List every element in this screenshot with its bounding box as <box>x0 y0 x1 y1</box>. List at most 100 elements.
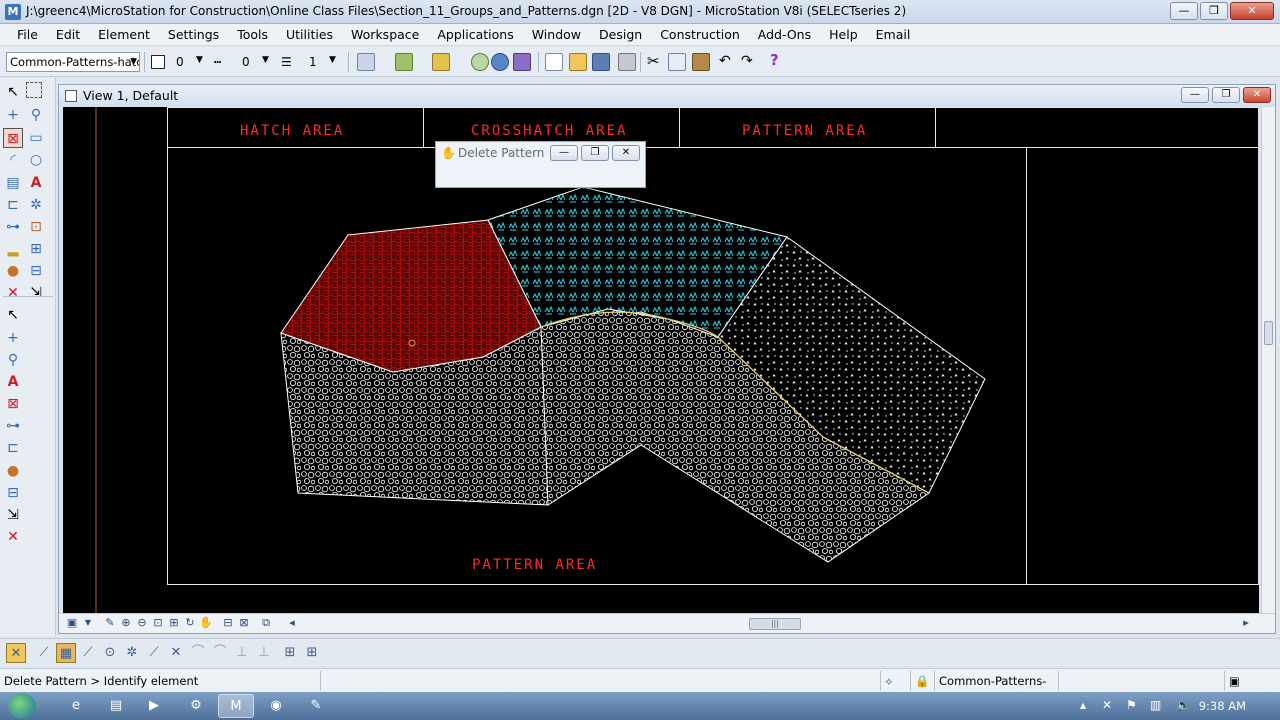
place-text-icon[interactable]: A <box>26 173 46 193</box>
minimize-button[interactable]: — <box>1170 2 1198 20</box>
save-icon[interactable] <box>592 53 610 71</box>
menu-email[interactable]: Email <box>867 24 920 46</box>
system-clock[interactable]: 9:38 AM <box>1199 699 1246 713</box>
network-icon[interactable]: ▥ <box>1150 698 1161 712</box>
perpendicular-point-snap-icon[interactable]: ⊥ <box>254 643 274 663</box>
paste-icon[interactable] <box>692 53 710 71</box>
intersection-snap-icon[interactable]: ✕ <box>166 643 186 663</box>
snap-settings-icon[interactable] <box>513 53 531 71</box>
place-block-icon[interactable]: ▭ <box>26 128 46 148</box>
place-circle-icon[interactable]: ○ <box>26 150 46 170</box>
menu-window[interactable]: Window <box>523 24 590 46</box>
active-snap-icon[interactable]: ▦ <box>56 643 76 663</box>
view-minimize-button[interactable]: — <box>1181 87 1209 103</box>
view-next-icon[interactable]: ⊠ <box>237 616 251 630</box>
copy-element-icon[interactable]: ✲ <box>26 195 46 215</box>
view-close-button[interactable]: ✕ <box>1243 87 1271 103</box>
recorder-app-icon[interactable]: ✎ <box>298 694 334 718</box>
modify-element-icon[interactable]: ⊶ <box>3 217 23 237</box>
menu-construction[interactable]: Construction <box>651 24 749 46</box>
line-style-icon[interactable]: ┅ <box>214 55 221 69</box>
midpoint-snap-icon[interactable]: ⟋ <box>78 643 98 663</box>
menu-workspace[interactable]: Workspace <box>342 24 428 46</box>
scroll-right-icon[interactable]: ▸ <box>1239 616 1253 630</box>
through-point-snap-icon[interactable]: ⊞ <box>302 643 322 663</box>
delete-element-icon[interactable]: ✕ <box>3 283 23 303</box>
volume-icon[interactable]: 🔈 <box>1176 698 1191 712</box>
trim-icon[interactable]: ⊡ <box>26 217 46 237</box>
dimension-icon[interactable]: ⊏ <box>3 195 23 215</box>
undo-icon[interactable]: ↶ <box>719 53 731 69</box>
tray-app-icon[interactable]: ✕ <box>1102 698 1112 712</box>
redo-icon[interactable]: ↷ <box>741 53 753 69</box>
drawing-canvas[interactable]: HATCH AREA CROSSHATCH AREA PATTERN AREA … <box>63 107 1259 613</box>
menu-utilities[interactable]: Utilities <box>277 24 342 46</box>
view-group-icon[interactable]: ⊟ <box>26 261 46 281</box>
snap-mode-icon[interactable]: ⟡ <box>880 671 908 691</box>
menu-settings[interactable]: Settings <box>159 24 228 46</box>
attributes-icon[interactable]: ● <box>3 461 23 481</box>
measure-icon[interactable]: ⚲ <box>3 350 23 370</box>
hatch-tools-icon[interactable]: ▂ <box>3 239 23 259</box>
measure-icon[interactable]: ⚲ <box>26 105 46 125</box>
delete-pattern-icon[interactable]: ⊠ <box>3 128 23 148</box>
parallel-snap-icon[interactable]: ⊞ <box>280 643 300 663</box>
view-maximize-button[interactable]: ❐ <box>1212 87 1240 103</box>
models-icon[interactable] <box>395 53 413 71</box>
color-dropdown-icon[interactable]: ▼ <box>196 55 203 65</box>
print-icon[interactable] <box>618 53 636 71</box>
scale-icon[interactable]: ⇲ <box>26 283 46 303</box>
menu-add-ons[interactable]: Add-Ons <box>749 24 820 46</box>
lock-icon[interactable]: 🔒 <box>910 671 934 691</box>
menu-design[interactable]: Design <box>590 24 651 46</box>
view-attributes-icon[interactable]: ▣ <box>65 616 79 630</box>
place-arc-icon[interactable]: ◜ <box>3 150 23 170</box>
start-button[interactable] <box>8 693 36 719</box>
dimension-icon[interactable]: ⊏ <box>3 438 23 458</box>
delete-element-icon[interactable]: ✕ <box>3 527 23 547</box>
accusnap-icon[interactable]: + <box>3 105 23 125</box>
maximize-button[interactable]: ❐ <box>1200 2 1228 20</box>
modify-element-icon[interactable]: ⊶ <box>3 416 23 436</box>
vertical-scrollbar[interactable] <box>1261 107 1275 613</box>
media-player-icon[interactable]: ▶ <box>136 694 172 718</box>
color-swatch[interactable] <box>151 55 165 69</box>
fit-view-icon[interactable]: ⊞ <box>167 616 181 630</box>
view-attributes-dropdown-icon[interactable]: ▼ <box>81 616 95 630</box>
select-element-icon[interactable]: ↖ <box>3 305 23 325</box>
group-icon[interactable]: ⊞ <box>26 239 46 259</box>
dialog-restore-button[interactable]: ❐ <box>581 145 609 161</box>
copy-view-icon[interactable]: ⧉ <box>259 616 273 630</box>
nearest-snap-icon[interactable]: ⟋ <box>34 643 54 663</box>
update-view-icon[interactable]: ✎ <box>103 616 117 630</box>
menu-tools[interactable]: Tools <box>228 24 277 46</box>
vertical-scroll-thumb[interactable] <box>1264 321 1273 345</box>
origin-snap-icon[interactable]: ✲ <box>122 643 142 663</box>
cut-icon[interactable]: ✂ <box>647 52 660 70</box>
status-level[interactable]: Common-Patterns-hatc <box>934 671 1058 708</box>
rotate-view-icon[interactable]: ↻ <box>183 616 197 630</box>
dialog-minimize-button[interactable]: — <box>550 145 578 161</box>
tray-expand-icon[interactable]: ▴ <box>1080 698 1086 712</box>
bisector-snap-icon[interactable]: ⟋ <box>144 643 164 663</box>
help-icon[interactable]: ? <box>770 51 779 69</box>
fence-icon[interactable] <box>26 82 42 98</box>
close-button[interactable]: ✕ <box>1230 2 1274 20</box>
menu-element[interactable]: Element <box>89 24 159 46</box>
view-previous-icon[interactable]: ⊟ <box>221 616 235 630</box>
reference-icon[interactable] <box>357 53 375 71</box>
perpendicular-snap-icon[interactable]: ⊥ <box>232 643 252 663</box>
scale-icon[interactable]: ⇲ <box>3 505 23 525</box>
view-group-icon[interactable]: ⊟ <box>3 483 23 503</box>
keypoint-snap-icon[interactable]: ✕ <box>6 643 26 663</box>
level-dropdown[interactable]: Common-Patterns-hatc ▼ <box>6 52 140 72</box>
internet-explorer-icon[interactable]: e <box>58 694 94 718</box>
place-text-icon[interactable]: A <box>3 372 23 392</box>
style-dropdown-icon[interactable]: ▼ <box>262 55 269 65</box>
attributes-icon[interactable]: ● <box>3 261 23 281</box>
element-info-icon[interactable] <box>491 53 509 71</box>
delete-pattern-icon[interactable]: ⊠ <box>3 394 23 414</box>
notes-app-icon[interactable]: ◉ <box>258 694 294 718</box>
accusnap-icon[interactable]: + <box>3 328 23 348</box>
line-weight-icon[interactable]: ☰ <box>281 55 292 69</box>
